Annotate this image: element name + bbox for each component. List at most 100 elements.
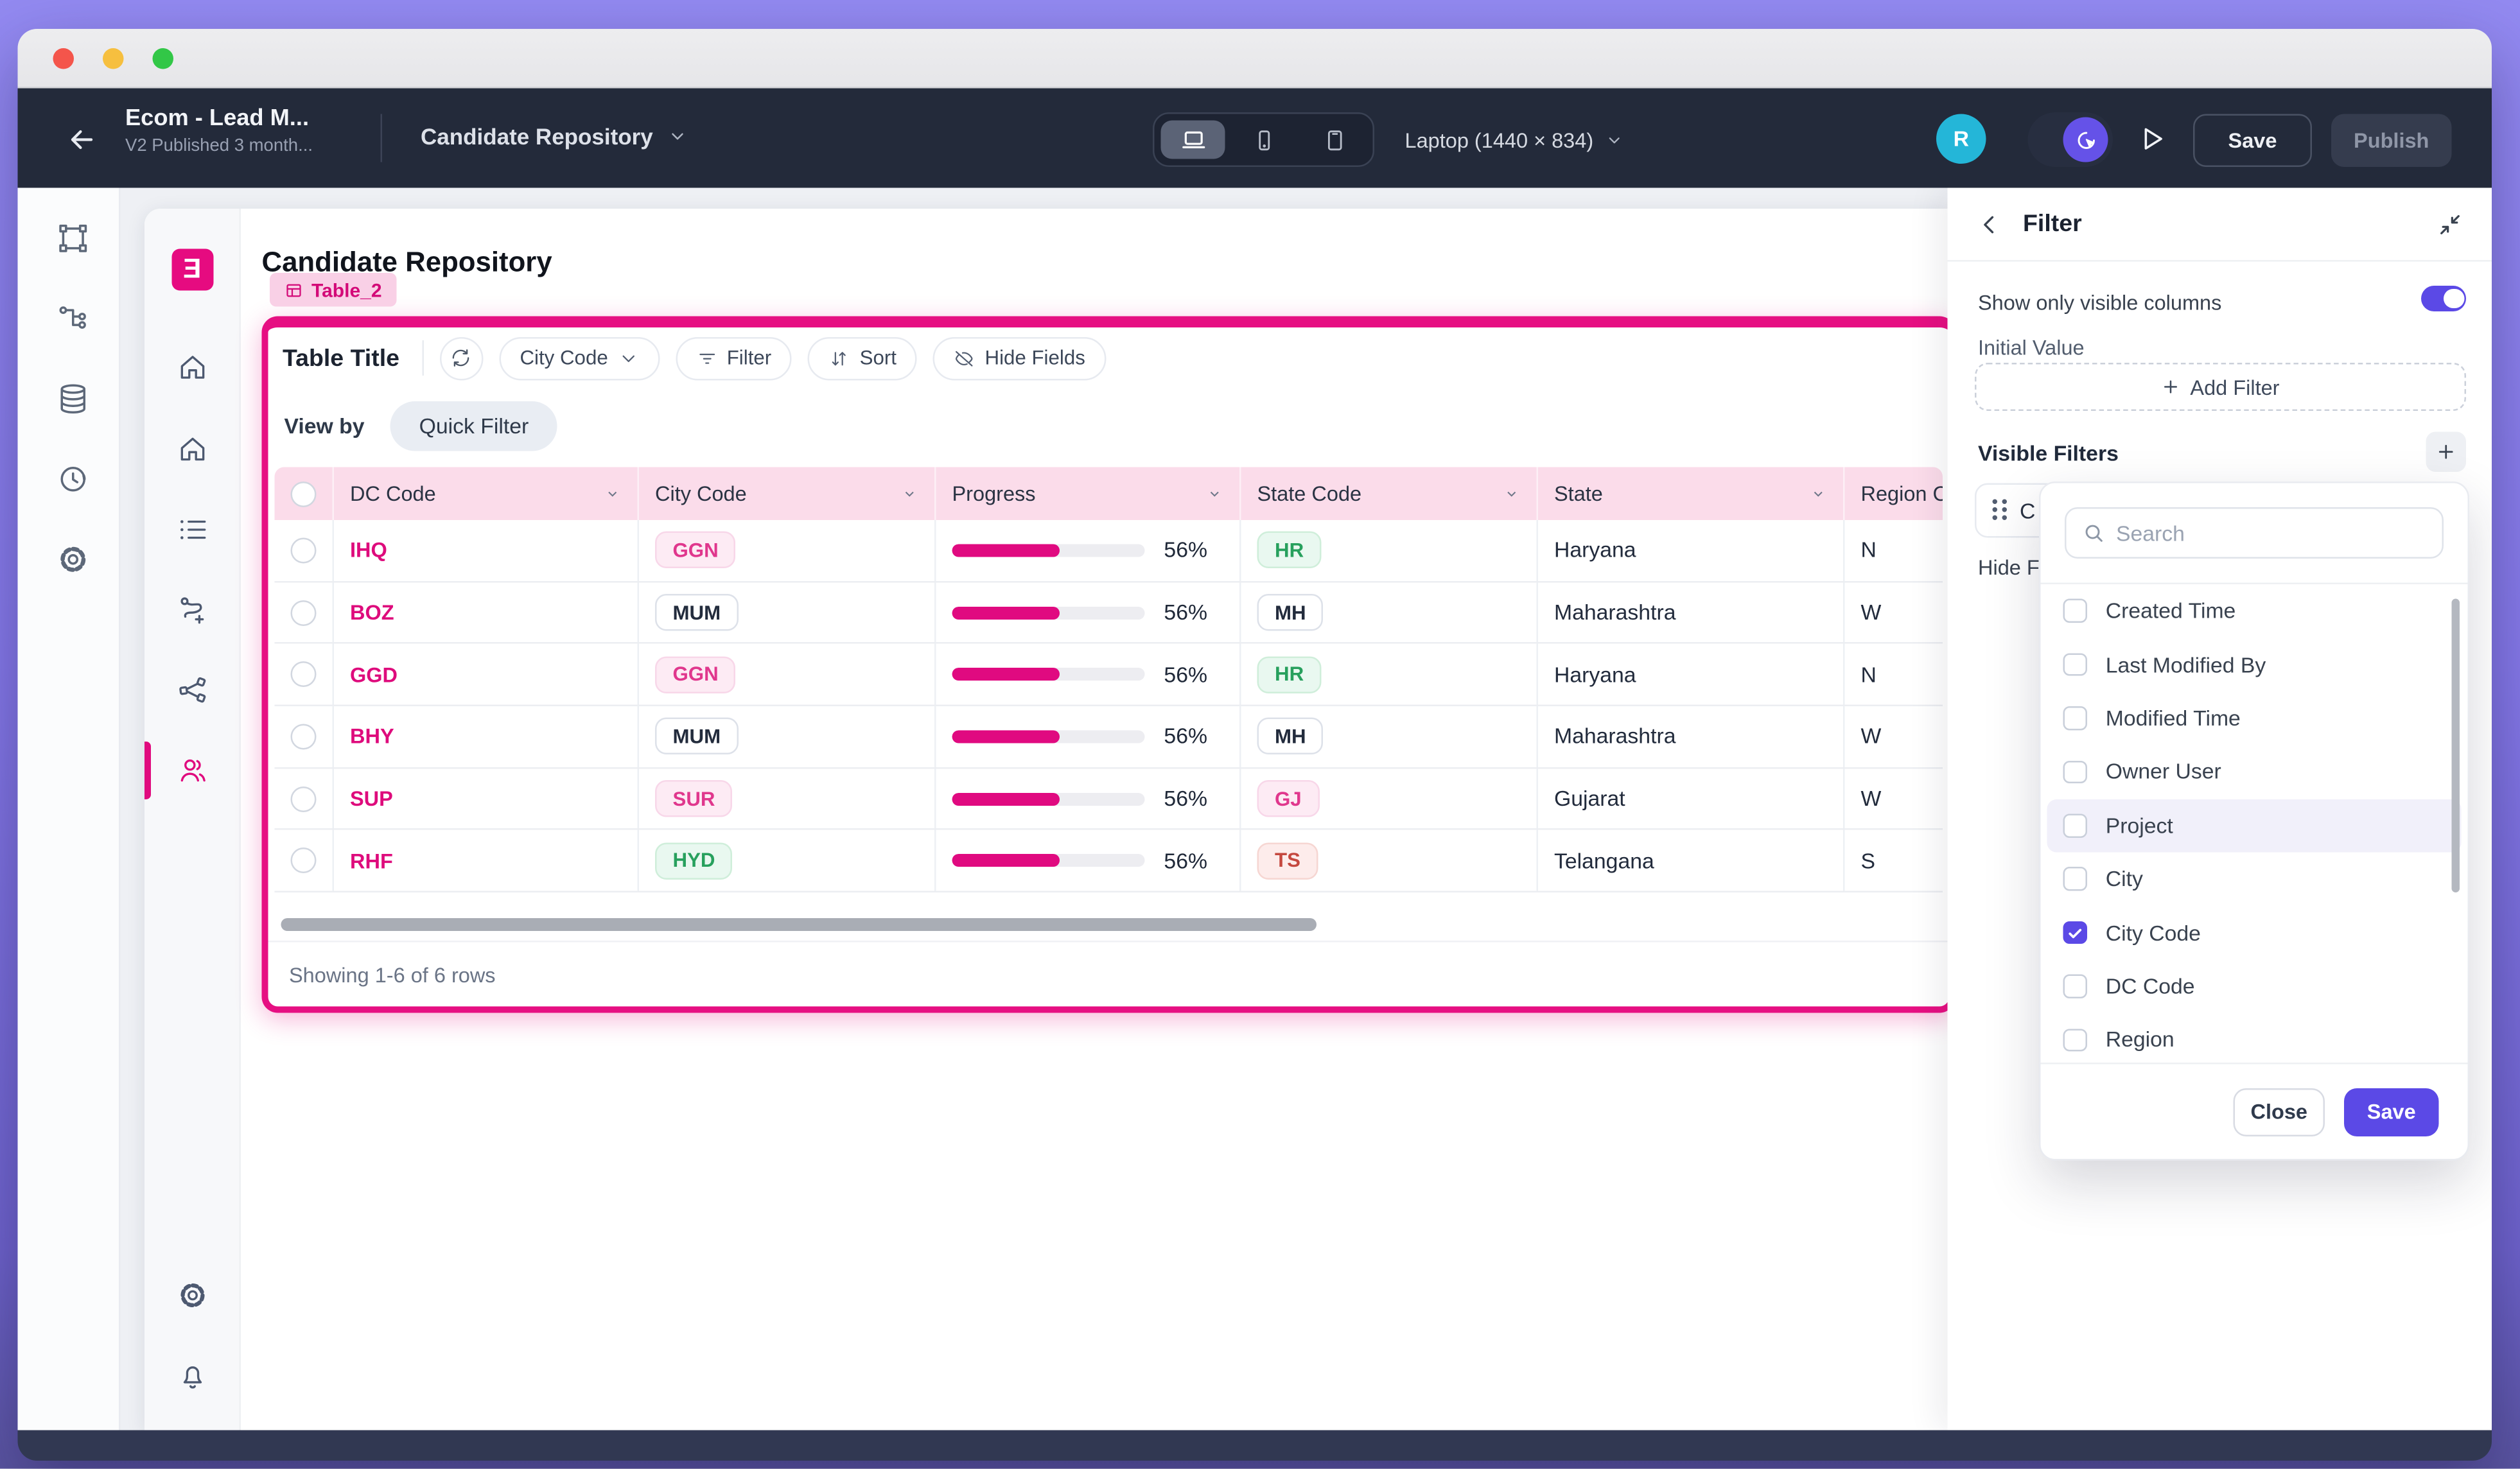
quick-filter-tab[interactable]: Quick Filter — [390, 401, 558, 451]
nav-item-notifications[interactable] — [177, 1360, 209, 1392]
minimize-window-button[interactable] — [103, 48, 124, 69]
nav-item-home-alt[interactable] — [177, 433, 209, 465]
sidebar-item-settings[interactable] — [57, 543, 91, 577]
preview-play-button[interactable] — [2137, 124, 2168, 155]
dropdown-scrollbar[interactable] — [2452, 599, 2460, 893]
widget-tag[interactable]: Table_2 — [270, 273, 396, 307]
active-nav-indicator — [144, 742, 151, 799]
column-header[interactable]: Progress — [936, 467, 1241, 521]
live-cursor-icon — [2063, 117, 2108, 162]
column-header[interactable]: Region Code — [1845, 467, 1943, 521]
row-checkbox[interactable] — [291, 537, 317, 563]
row-checkbox[interactable] — [291, 848, 317, 874]
checkbox-checked[interactable] — [2063, 921, 2087, 944]
refresh-button[interactable] — [439, 336, 483, 380]
filter-option-owner-user[interactable]: Owner User — [2047, 745, 2462, 798]
filter-option-last-modified-by[interactable]: Last Modified By — [2047, 638, 2462, 691]
toggle-knob — [2444, 288, 2463, 308]
row-checkbox[interactable] — [291, 724, 317, 749]
device-phone-button[interactable] — [1232, 121, 1296, 159]
table-row[interactable]: IHQGGN56%HRHaryanaN — [275, 520, 1943, 582]
filter-option-dc-code[interactable]: DC Code — [2047, 959, 2462, 1013]
row-checkbox[interactable] — [291, 786, 317, 812]
row-checkbox[interactable] — [291, 600, 317, 625]
nav-item-people[interactable] — [177, 754, 209, 787]
save-button[interactable]: Save — [2193, 114, 2312, 168]
search-input[interactable] — [2116, 521, 2426, 545]
row-select-cell — [275, 706, 335, 767]
search-box[interactable] — [2065, 507, 2444, 559]
region-cell: N — [1845, 520, 1943, 580]
filter-button[interactable]: Filter — [676, 336, 792, 380]
filter-option-city-code[interactable]: City Code — [2047, 906, 2462, 959]
sidebar-item-workflows[interactable] — [57, 302, 91, 336]
nav-item-list[interactable] — [177, 514, 209, 546]
device-tablet-button[interactable] — [1302, 121, 1367, 159]
checkbox-unchecked[interactable] — [2063, 707, 2087, 730]
dropdown-save-button[interactable]: Save — [2344, 1088, 2439, 1136]
select-all-checkbox[interactable] — [291, 481, 317, 507]
table-row[interactable]: BOZMUM56%MHMaharashtraW — [275, 582, 1943, 645]
device-laptop-button[interactable] — [1161, 121, 1225, 159]
close-button[interactable]: Close — [2234, 1088, 2325, 1136]
user-avatar[interactable]: R — [1936, 114, 1986, 164]
zoom-window-button[interactable] — [153, 48, 174, 69]
multiplayer-pill[interactable] — [2028, 112, 2113, 167]
device-size-selector[interactable]: Laptop (1440 × 834) — [1405, 128, 1624, 153]
checkbox-unchecked[interactable] — [2063, 760, 2087, 783]
add-filter-label: Add Filter — [2190, 375, 2279, 399]
sidebar-item-canvas[interactable] — [57, 222, 91, 256]
sidebar-item-history[interactable] — [57, 462, 91, 496]
nav-item-routes[interactable] — [177, 594, 209, 626]
sort-button[interactable]: Sort — [809, 336, 918, 380]
page-selector[interactable]: Candidate Repository — [421, 124, 687, 150]
sidebar-item-datasources[interactable] — [57, 382, 91, 416]
column-header[interactable]: DC Code — [334, 467, 639, 521]
table-row[interactable]: BHYMUM56%MHMaharashtraW — [275, 706, 1943, 769]
checkbox-unchecked[interactable] — [2063, 867, 2087, 891]
filter-option-label: Project — [2106, 813, 2173, 838]
table-row[interactable]: GGDGGN56%HRHaryanaN — [275, 644, 1943, 706]
row-checkbox[interactable] — [291, 662, 317, 688]
nav-item-share[interactable] — [177, 674, 209, 706]
checkbox-unchecked[interactable] — [2063, 600, 2087, 623]
nav-item-app-settings[interactable] — [177, 1280, 209, 1312]
column-header[interactable]: State Code — [1241, 467, 1539, 521]
group-by-label: City Code — [520, 347, 608, 369]
app-logo[interactable]: E — [172, 249, 214, 291]
table-row[interactable]: RHFHYD56%TSTelanganaS — [275, 831, 1943, 893]
show-visible-columns-toggle[interactable] — [2421, 286, 2466, 311]
column-header[interactable]: City Code — [639, 467, 936, 521]
drag-handle-icon[interactable] — [1993, 500, 2006, 522]
add-filter-button[interactable]: Add Filter — [1975, 363, 2466, 411]
checkbox-unchecked[interactable] — [2063, 814, 2087, 837]
publish-button[interactable]: Publish — [2331, 114, 2452, 168]
filter-option-region[interactable]: Region — [2047, 1013, 2462, 1063]
state-cell: Haryana — [1538, 644, 1845, 704]
checkbox-unchecked[interactable] — [2063, 1028, 2087, 1051]
table-row[interactable]: SUPSUR56%GJGujaratW — [275, 769, 1943, 831]
back-button[interactable] — [66, 124, 98, 156]
titlebar — [18, 29, 2492, 89]
group-by-pill[interactable]: City Code — [499, 336, 660, 380]
filter-option-created-time[interactable]: Created Time — [2047, 584, 2462, 638]
checkbox-unchecked[interactable] — [2063, 653, 2087, 676]
filter-option-modified-time[interactable]: Modified Time — [2047, 691, 2462, 745]
artboard-icon — [57, 222, 91, 256]
table-widget[interactable]: Table Title City Code Filte — [262, 317, 1956, 1013]
progress-value: 56% — [1164, 787, 1207, 811]
region-cell: N — [1845, 644, 1943, 704]
app-title-block[interactable]: Ecom - Lead M... V2 Published 3 month... — [125, 106, 313, 156]
filter-option-city[interactable]: City — [2047, 852, 2462, 905]
column-header[interactable]: State — [1538, 467, 1845, 521]
collapse-panel-icon[interactable] — [2437, 211, 2463, 237]
filter-option-project[interactable]: Project — [2047, 799, 2462, 852]
close-window-button[interactable] — [53, 48, 74, 69]
horizontal-scrollbar[interactable] — [281, 918, 1317, 931]
hide-fields-button[interactable]: Hide Fields — [934, 336, 1107, 380]
add-visible-filter-button[interactable] — [2426, 432, 2467, 473]
chevron-left-icon[interactable] — [1977, 211, 2002, 237]
checkbox-unchecked[interactable] — [2063, 975, 2087, 998]
eye-off-icon — [954, 347, 976, 369]
nav-item-home[interactable] — [177, 352, 209, 384]
